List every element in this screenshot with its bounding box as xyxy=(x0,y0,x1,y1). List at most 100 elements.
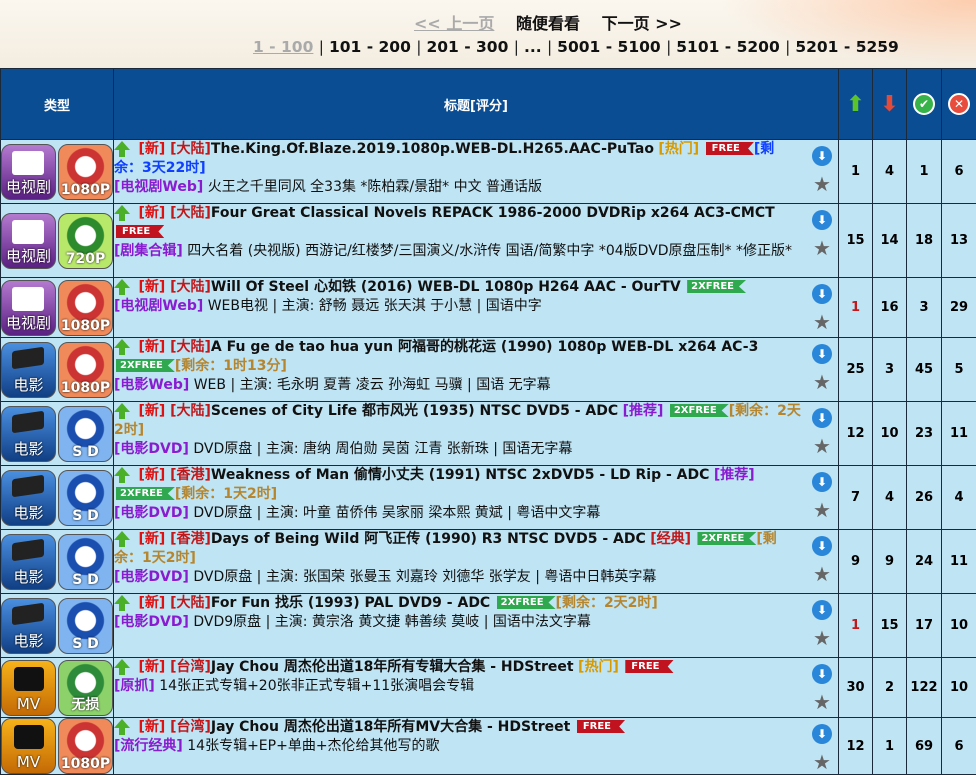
category-icon[interactable]: 电影 xyxy=(1,470,56,526)
category-icon[interactable]: 电视剧 xyxy=(1,213,56,269)
page-range-link[interactable]: 5201 - 5259 xyxy=(795,38,899,56)
seeders-count[interactable]: 25 xyxy=(839,338,873,402)
bookmark-star-icon[interactable]: ★ xyxy=(813,238,831,258)
leechers-count[interactable]: 4 xyxy=(873,140,907,204)
bookmark-star-icon[interactable]: ★ xyxy=(813,436,831,456)
completed-count[interactable]: 122 xyxy=(907,658,942,718)
resolution-icon[interactable]: 1080P xyxy=(58,718,113,774)
title-header[interactable]: 标题[评分] xyxy=(114,69,839,140)
bookmark-star-icon[interactable]: ★ xyxy=(813,372,831,392)
subcategory[interactable]: [电视剧Web] xyxy=(114,298,203,314)
leechers-header[interactable]: ⬇ xyxy=(873,69,907,140)
bookmark-star-icon[interactable]: ★ xyxy=(813,312,831,332)
completed-count[interactable]: 45 xyxy=(907,338,942,402)
page-range-link[interactable]: 101 - 200 xyxy=(329,38,411,56)
category-icon[interactable]: 电影 xyxy=(1,598,56,654)
subcategory[interactable]: [电影DVD] xyxy=(114,505,189,521)
download-icon[interactable]: ⬇ xyxy=(812,472,832,492)
leechers-count[interactable]: 1 xyxy=(873,718,907,775)
leechers-count[interactable]: 14 xyxy=(873,204,907,278)
seeders-count[interactable]: 1 xyxy=(839,594,873,658)
leechers-count[interactable]: 4 xyxy=(873,466,907,530)
leechers-count[interactable]: 16 xyxy=(873,278,907,338)
download-icon[interactable]: ⬇ xyxy=(812,536,832,556)
subcategory[interactable]: [流行经典] xyxy=(114,738,183,754)
torrent-title-link[interactable]: [新] [台湾]Jay Chou 周杰伦出道18年所有专辑大合集 - HDStr… xyxy=(138,659,573,675)
leechers-count[interactable]: 3 xyxy=(873,338,907,402)
seeders-count[interactable]: 15 xyxy=(839,204,873,278)
resolution-icon[interactable]: S D xyxy=(58,406,113,462)
seeders-count[interactable]: 7 xyxy=(839,466,873,530)
torrent-title-link[interactable]: [新] [大陆]Scenes of City Life 都市风光 (1935) … xyxy=(138,403,618,419)
seeders-count[interactable]: 9 xyxy=(839,530,873,594)
category-icon[interactable]: MV xyxy=(1,660,56,716)
resolution-icon[interactable]: 1080P xyxy=(58,144,113,200)
completed-count[interactable]: 69 xyxy=(907,718,942,775)
subcategory[interactable]: [电视剧Web] xyxy=(114,179,203,195)
download-icon[interactable]: ⬇ xyxy=(812,284,832,304)
bookmark-star-icon[interactable]: ★ xyxy=(813,564,831,584)
download-icon[interactable]: ⬇ xyxy=(812,664,832,684)
resolution-icon[interactable]: 1080P xyxy=(58,280,113,336)
prev-page-link[interactable]: << 上一页 xyxy=(414,14,494,33)
page-range-link[interactable]: 5101 - 5200 xyxy=(676,38,780,56)
seeders-count[interactable]: 1 xyxy=(839,140,873,204)
torrent-title-link[interactable]: [新] [台湾]Jay Chou 周杰伦出道18年所有MV大合集 - HDStr… xyxy=(138,719,570,735)
completed-count[interactable]: 1 xyxy=(907,140,942,204)
page-range-link[interactable]: 5001 - 5100 xyxy=(557,38,661,56)
subcategory[interactable]: [电影DVD] xyxy=(114,441,189,457)
leechers-count[interactable]: 2 xyxy=(873,658,907,718)
resolution-icon[interactable]: S D xyxy=(58,534,113,590)
seeders-count[interactable]: 12 xyxy=(839,718,873,775)
leechers-count[interactable]: 15 xyxy=(873,594,907,658)
torrent-title-link[interactable]: [新] [大陆]Four Great Classical Novels REPA… xyxy=(138,205,774,221)
download-icon[interactable]: ⬇ xyxy=(812,210,832,230)
completed-count[interactable]: 3 xyxy=(907,278,942,338)
torrent-title-link[interactable]: [新] [大陆]The.King.Of.Blaze.2019.1080p.WEB… xyxy=(138,141,654,157)
category-icon[interactable]: 电影 xyxy=(1,342,56,398)
torrent-title-link[interactable]: [新] [大陆]Will Of Steel 心如铁 (2016) WEB-DL … xyxy=(138,279,680,295)
subcategory[interactable]: [电影DVD] xyxy=(114,569,189,585)
category-icon[interactable]: 电影 xyxy=(1,406,56,462)
completed-count[interactable]: 26 xyxy=(907,466,942,530)
category-icon[interactable]: MV xyxy=(1,718,56,774)
completed-count[interactable]: 18 xyxy=(907,204,942,278)
subcategory[interactable]: [电影Web] xyxy=(114,377,189,393)
download-icon[interactable]: ⬇ xyxy=(812,724,832,744)
category-icon[interactable]: 电视剧 xyxy=(1,280,56,336)
completed-count[interactable]: 23 xyxy=(907,402,942,466)
torrent-title-link[interactable]: [新] [大陆]For Fun 找乐 (1993) PAL DVD9 - ADC xyxy=(138,595,490,611)
seeders-count[interactable]: 12 xyxy=(839,402,873,466)
download-icon[interactable]: ⬇ xyxy=(812,600,832,620)
torrent-title-link[interactable]: [新] [香港]Days of Being Wild 阿飞正传 (1990) R… xyxy=(138,531,645,547)
resolution-icon[interactable]: 1080P xyxy=(58,342,113,398)
completed-header[interactable]: ✔ xyxy=(907,69,942,140)
bookmark-star-icon[interactable]: ★ xyxy=(813,628,831,648)
seeders-header[interactable]: ⬆ xyxy=(839,69,873,140)
download-icon[interactable]: ⬇ xyxy=(812,344,832,364)
resolution-icon[interactable]: S D xyxy=(58,470,113,526)
completed-count[interactable]: 17 xyxy=(907,594,942,658)
bookmark-star-icon[interactable]: ★ xyxy=(813,692,831,712)
next-page-link[interactable]: 下一页 >> xyxy=(602,14,682,33)
leechers-count[interactable]: 10 xyxy=(873,402,907,466)
download-icon[interactable]: ⬇ xyxy=(812,146,832,166)
resolution-icon[interactable]: 720P xyxy=(58,213,113,269)
subcategory[interactable]: [电影DVD] xyxy=(114,614,189,630)
leechers-count[interactable]: 9 xyxy=(873,530,907,594)
rejected-header[interactable]: ✕ xyxy=(942,69,976,140)
seeders-count[interactable]: 1 xyxy=(839,278,873,338)
category-icon[interactable]: 电影 xyxy=(1,534,56,590)
bookmark-star-icon[interactable]: ★ xyxy=(813,174,831,194)
type-header[interactable]: 类型 xyxy=(1,69,114,140)
seeders-count[interactable]: 30 xyxy=(839,658,873,718)
page-range-link[interactable]: 201 - 300 xyxy=(426,38,508,56)
category-icon[interactable]: 电视剧 xyxy=(1,144,56,200)
bookmark-star-icon[interactable]: ★ xyxy=(813,500,831,520)
resolution-icon[interactable]: 无损 xyxy=(58,660,113,716)
torrent-title-link[interactable]: [新] [香港]Weakness of Man 偷情小丈夫 (1991) NTS… xyxy=(138,467,709,483)
subcategory[interactable]: [原抓] xyxy=(114,678,155,694)
bookmark-star-icon[interactable]: ★ xyxy=(813,752,831,772)
completed-count[interactable]: 24 xyxy=(907,530,942,594)
random-link[interactable]: 随便看看 xyxy=(516,14,580,33)
